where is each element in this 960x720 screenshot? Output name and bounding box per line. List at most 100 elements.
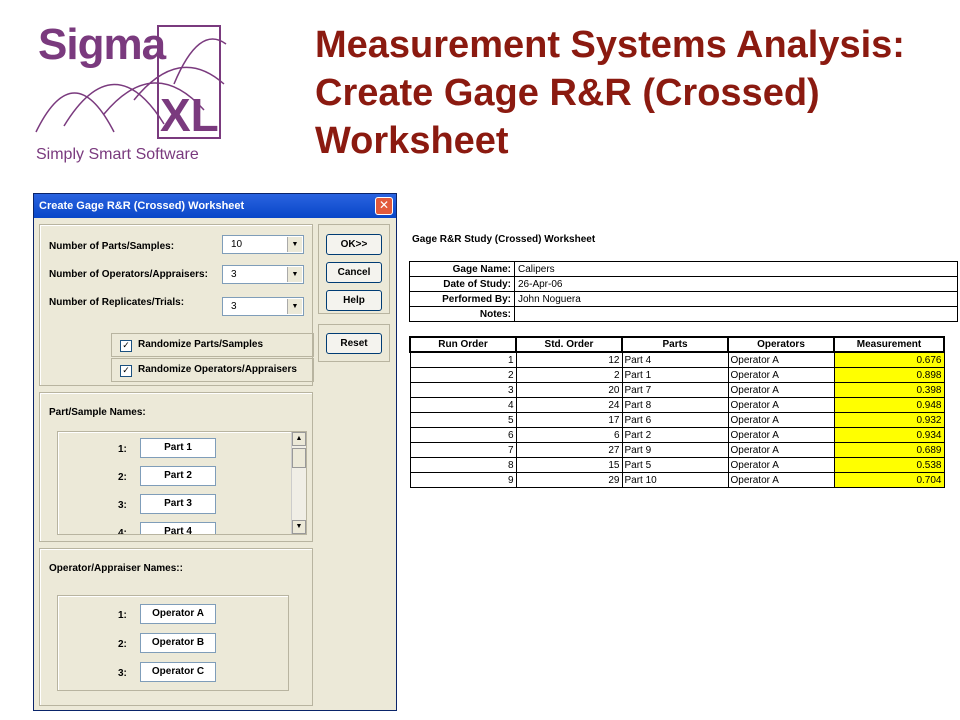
help-button[interactable]: Help: [326, 290, 382, 311]
table-cell[interactable]: 5: [409, 412, 517, 428]
scroll-thumb[interactable]: [292, 448, 306, 468]
table-cell[interactable]: 2: [409, 367, 517, 383]
table-cell[interactable]: Part 8: [621, 397, 729, 413]
table-cell[interactable]: 0.689: [833, 442, 945, 458]
table-cell[interactable]: Part 7: [621, 382, 729, 398]
info-key[interactable]: Performed By:: [409, 291, 515, 307]
table-cell[interactable]: 29: [515, 472, 623, 488]
dialog-title: Create Gage R&R (Crossed) Worksheet: [39, 200, 245, 212]
table-cell[interactable]: Operator A: [727, 442, 835, 458]
parts-combo[interactable]: 10 ▼: [222, 235, 304, 254]
table-row: 6 6 Part 2 Operator A 0.934: [409, 427, 945, 443]
info-value[interactable]: 26-Apr-06: [514, 276, 958, 292]
table-cell[interactable]: 0.948: [833, 397, 945, 413]
dialog-titlebar[interactable]: Create Gage R&R (Crossed) Worksheet ✕: [34, 194, 396, 218]
cancel-button[interactable]: Cancel: [326, 262, 382, 283]
part-name-field-4[interactable]: Part 4: [140, 522, 216, 534]
table-cell[interactable]: 0.538: [833, 457, 945, 473]
operator-name-field-3[interactable]: Operator C: [140, 662, 216, 682]
column-header[interactable]: Operators: [727, 336, 835, 353]
table-cell[interactable]: Part 9: [621, 442, 729, 458]
operator-num-1: 1:: [118, 610, 127, 621]
table-cell[interactable]: Part 10: [621, 472, 729, 488]
part-names-scrollbar[interactable]: ▲ ▼: [291, 432, 306, 534]
info-value[interactable]: [514, 306, 958, 322]
table-cell[interactable]: Operator A: [727, 351, 835, 368]
reset-button[interactable]: Reset: [326, 333, 382, 354]
table-cell[interactable]: Part 5: [621, 457, 729, 473]
part-name-field-2[interactable]: Part 2: [140, 466, 216, 486]
scroll-down-icon[interactable]: ▼: [292, 520, 306, 534]
table-cell[interactable]: 3: [409, 382, 517, 398]
table-cell[interactable]: 17: [515, 412, 623, 428]
table-cell[interactable]: Operator A: [727, 472, 835, 488]
operator-name-field-2[interactable]: Operator B: [140, 633, 216, 653]
table-cell[interactable]: Operator A: [727, 457, 835, 473]
operator-name-field-1[interactable]: Operator A: [140, 604, 216, 624]
info-value[interactable]: John Noguera: [514, 291, 958, 307]
replicates-label: Number of Replicates/Trials:: [49, 297, 185, 308]
table-cell[interactable]: 6: [515, 427, 623, 443]
table-cell[interactable]: Operator A: [727, 427, 835, 443]
table-cell[interactable]: 12: [515, 351, 623, 368]
table-cell[interactable]: 0.934: [833, 427, 945, 443]
table-cell[interactable]: 9: [409, 472, 517, 488]
info-value[interactable]: Calipers: [514, 261, 958, 277]
randomize-parts-checkbox[interactable]: ✓ Randomize Parts/Samples: [111, 333, 314, 357]
logo-tagline: Simply Smart Software: [36, 146, 199, 163]
part-names-panel: Part/Sample Names: 1: Part 1 2: Part 2 3…: [39, 392, 313, 542]
info-row: Notes:: [409, 306, 958, 322]
table-cell[interactable]: 20: [515, 382, 623, 398]
table-cell[interactable]: 24: [515, 397, 623, 413]
table-cell[interactable]: 2: [515, 367, 623, 383]
close-icon[interactable]: ✕: [375, 197, 393, 215]
table-cell[interactable]: Part 2: [621, 427, 729, 443]
column-header[interactable]: Parts: [621, 336, 729, 353]
chevron-down-icon[interactable]: ▼: [287, 237, 302, 252]
chevron-down-icon[interactable]: ▼: [287, 267, 302, 282]
table-cell[interactable]: 6: [409, 427, 517, 443]
part-num-4: 4:: [118, 528, 127, 535]
table-cell[interactable]: 0.676: [833, 351, 945, 368]
column-header[interactable]: Run Order: [409, 336, 517, 353]
replicates-combo[interactable]: 3 ▼: [222, 297, 304, 316]
table-cell[interactable]: Operator A: [727, 397, 835, 413]
table-cell[interactable]: Operator A: [727, 382, 835, 398]
table-cell[interactable]: Operator A: [727, 367, 835, 383]
table-cell[interactable]: 0.704: [833, 472, 945, 488]
operators-label: Number of Operators/Appraisers:: [49, 269, 208, 280]
table-cell[interactable]: 8: [409, 457, 517, 473]
table-cell[interactable]: Part 4: [621, 351, 729, 368]
ok-button[interactable]: OK>>: [326, 234, 382, 255]
table-cell[interactable]: 27: [515, 442, 623, 458]
info-key[interactable]: Notes:: [409, 306, 515, 322]
table-cell[interactable]: 0.398: [833, 382, 945, 398]
operator-num-2: 2:: [118, 639, 127, 650]
checkbox-checked-icon[interactable]: ✓: [120, 340, 132, 352]
operators-combo[interactable]: 3 ▼: [222, 265, 304, 284]
table-cell[interactable]: Operator A: [727, 412, 835, 428]
part-name-field-1[interactable]: Part 1: [140, 438, 216, 458]
table-cell[interactable]: 0.898: [833, 367, 945, 383]
operator-names-heading: Operator/Appraiser Names::: [49, 563, 183, 574]
table-cell[interactable]: 0.932: [833, 412, 945, 428]
table-cell[interactable]: 15: [515, 457, 623, 473]
worksheet-title: Gage R&R Study (Crossed) Worksheet: [412, 234, 596, 245]
info-key[interactable]: Date of Study:: [409, 276, 515, 292]
sigmaxl-logo: Sigma XL Simply Smart Software: [34, 14, 234, 174]
randomize-operators-checkbox[interactable]: ✓ Randomize Operators/Appraisers: [111, 358, 314, 382]
table-cell[interactable]: Part 1: [621, 367, 729, 383]
column-header[interactable]: Std. Order: [515, 336, 623, 353]
study-info-table: Gage Name: Calipers Date of Study: 26-Apr-0…: [409, 261, 958, 322]
scroll-up-icon[interactable]: ▲: [292, 432, 306, 446]
info-key[interactable]: Gage Name:: [409, 261, 515, 277]
column-header[interactable]: Measurement: [833, 336, 945, 353]
table-cell[interactable]: 7: [409, 442, 517, 458]
table-cell[interactable]: 1: [409, 351, 517, 368]
chevron-down-icon[interactable]: ▼: [287, 299, 302, 314]
part-name-field-3[interactable]: Part 3: [140, 494, 216, 514]
table-cell[interactable]: Part 6: [621, 412, 729, 428]
create-gage-rr-dialog: Create Gage R&R (Crossed) Worksheet ✕ Nu…: [33, 193, 397, 711]
table-cell[interactable]: 4: [409, 397, 517, 413]
checkbox-checked-icon[interactable]: ✓: [120, 365, 132, 377]
